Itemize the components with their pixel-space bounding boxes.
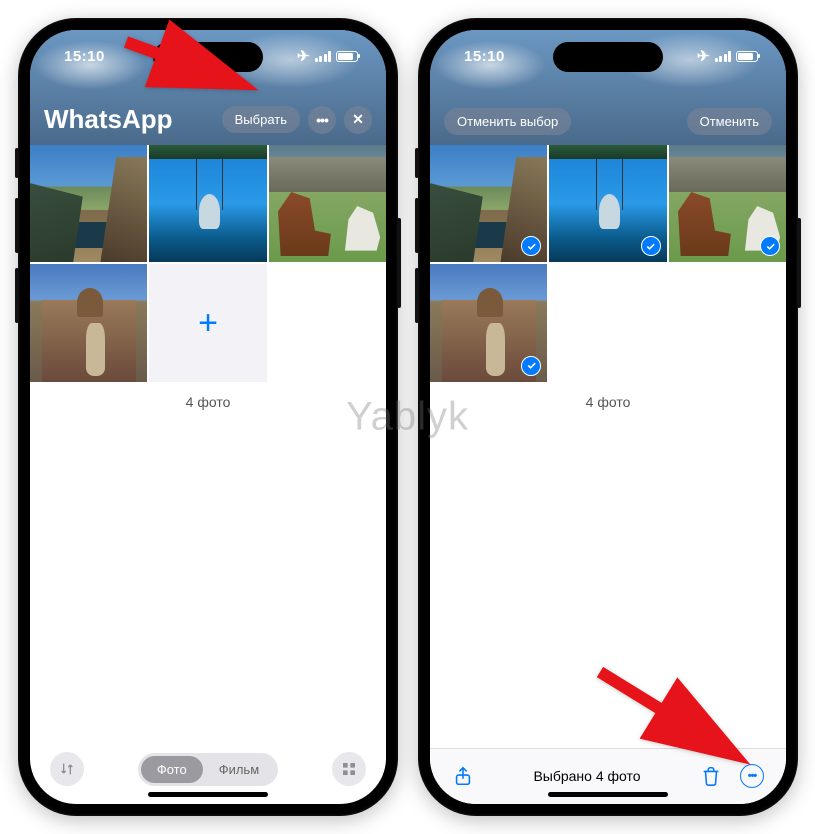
- select-button[interactable]: Выбрать: [222, 106, 300, 133]
- wifi-icon: [715, 51, 732, 62]
- seg-film[interactable]: Фильм: [203, 756, 275, 783]
- photo-thumb[interactable]: [430, 145, 547, 262]
- more-actions-button[interactable]: •••: [740, 764, 764, 788]
- share-button[interactable]: [452, 765, 474, 787]
- seg-photo[interactable]: Фото: [141, 756, 203, 783]
- photo-grid: [430, 145, 786, 382]
- cancel-button[interactable]: Отменить: [687, 108, 772, 135]
- status-indicators: ✈︎: [297, 47, 358, 65]
- photo-grid: +: [30, 145, 386, 382]
- sort-icon: [59, 761, 75, 777]
- volume-down: [15, 268, 19, 323]
- deselect-button[interactable]: Отменить выбор: [444, 108, 571, 135]
- volume-up: [15, 198, 19, 253]
- airplane-icon: ✈︎: [697, 47, 710, 65]
- add-photo-button[interactable]: +: [149, 264, 266, 381]
- airplane-icon: ✈︎: [297, 47, 310, 65]
- status-indicators: ✈︎: [697, 47, 758, 65]
- photo-count: 4 фото: [430, 382, 786, 422]
- more-icon: •••: [748, 770, 757, 782]
- photo-thumb[interactable]: [30, 264, 147, 381]
- volume-down: [415, 268, 419, 323]
- selected-check-icon: [521, 356, 541, 376]
- photo-thumb[interactable]: [549, 145, 666, 262]
- photo-thumb[interactable]: [269, 145, 386, 262]
- home-indicator[interactable]: [148, 792, 268, 797]
- photo-thumb[interactable]: [430, 264, 547, 381]
- photo-thumb[interactable]: [30, 145, 147, 262]
- photo-thumb[interactable]: [669, 145, 786, 262]
- dynamic-island: [553, 42, 663, 72]
- plus-icon: +: [198, 304, 218, 343]
- view-segmented-control: Фото Фильм: [138, 753, 278, 786]
- selected-count-label: Выбрано 4 фото: [533, 768, 640, 784]
- share-icon: [452, 765, 474, 787]
- phone-right: 15:10 ✈︎ Отменить выбор Отменить: [418, 18, 798, 816]
- album-title: WhatsApp: [44, 104, 214, 135]
- close-button[interactable]: ✕: [344, 106, 372, 134]
- more-button[interactable]: •••: [308, 106, 336, 134]
- sort-button[interactable]: [50, 752, 84, 786]
- dynamic-island: [153, 42, 263, 72]
- battery-icon: [736, 51, 758, 62]
- trash-button[interactable]: [700, 765, 722, 787]
- photo-thumb[interactable]: [149, 145, 266, 262]
- photo-count: 4 фото: [30, 382, 386, 422]
- selected-check-icon: [641, 236, 661, 256]
- grid-icon: [341, 761, 357, 777]
- trash-icon: [700, 765, 722, 787]
- phone-left: 15:10 ✈︎ WhatsApp Выбрать ••• ✕: [18, 18, 398, 816]
- wifi-icon: [315, 51, 332, 62]
- battery-icon: [336, 51, 358, 62]
- aspect-grid-button[interactable]: [332, 752, 366, 786]
- volume-up: [415, 198, 419, 253]
- status-time: 15:10: [464, 48, 505, 65]
- power-button: [397, 218, 401, 308]
- home-indicator[interactable]: [548, 792, 668, 797]
- power-button: [797, 218, 801, 308]
- mute-switch: [15, 148, 19, 178]
- status-time: 15:10: [64, 48, 105, 65]
- mute-switch: [415, 148, 419, 178]
